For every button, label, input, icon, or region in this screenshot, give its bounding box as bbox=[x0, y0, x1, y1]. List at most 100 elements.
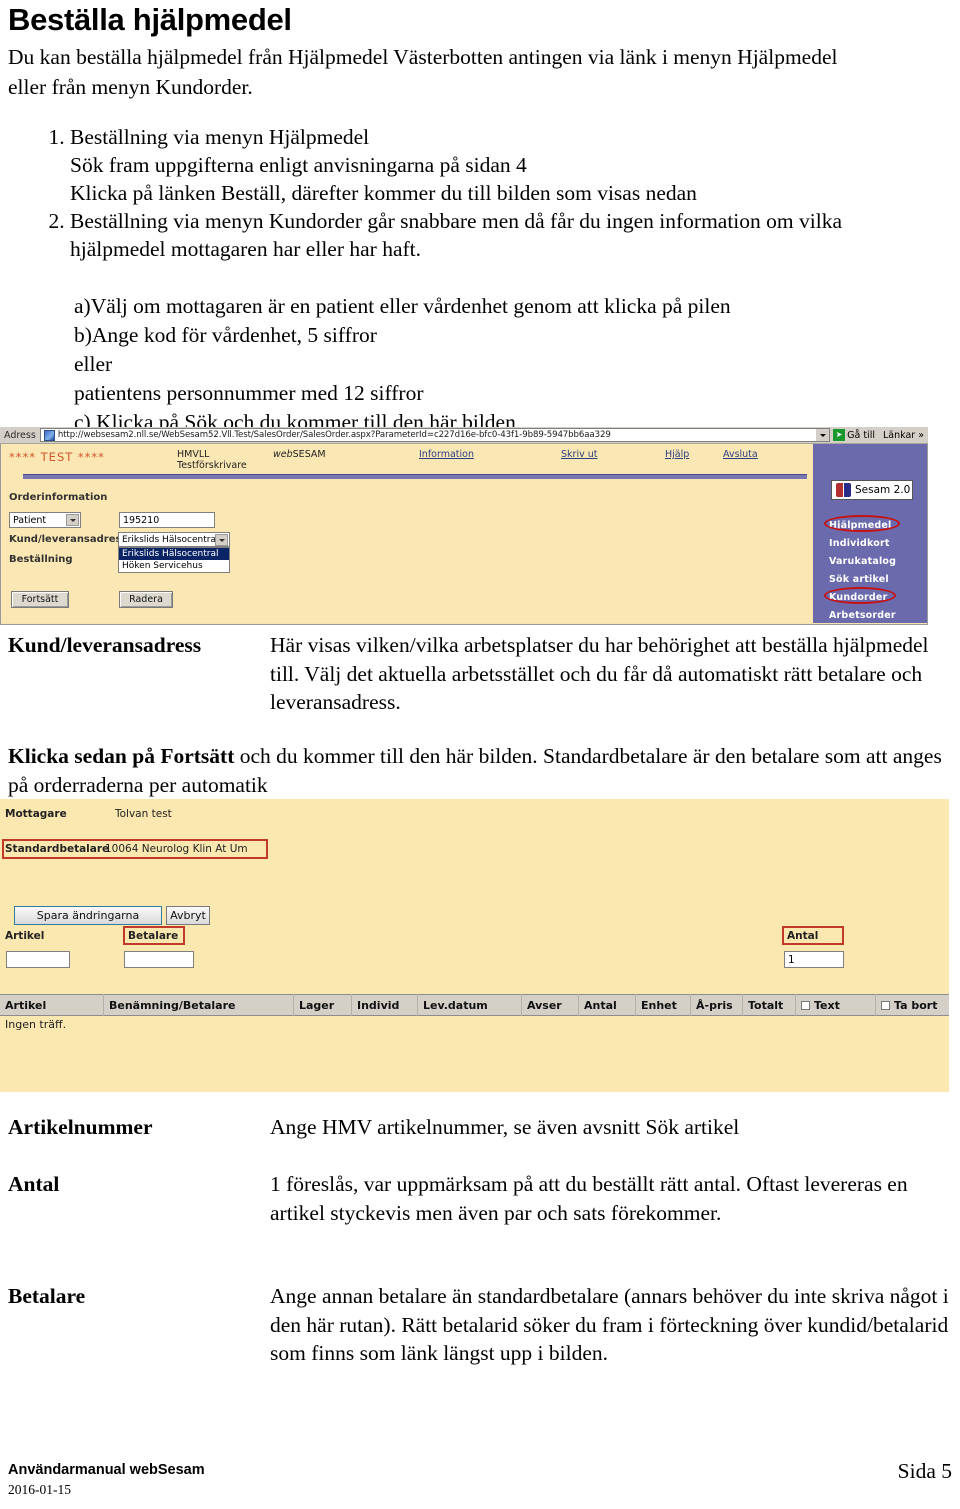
radera-button[interactable]: Radera bbox=[119, 591, 173, 608]
address-field[interactable]: http://websesam2.nll.se/WebSesam52.Vll.T… bbox=[39, 428, 817, 442]
screenshot-salesorder: Adress http://websesam2.nll.se/WebSesam5… bbox=[0, 427, 928, 625]
sidebar-item-varukatalog[interactable]: Varukatalog bbox=[829, 556, 896, 567]
abc-item-b: b)Ange kod för vårdenhet, 5 siffror bbox=[74, 323, 377, 347]
column-header-lev-datum[interactable]: Lev.datum bbox=[418, 994, 522, 1016]
text-column-checkbox[interactable] bbox=[801, 1000, 810, 1010]
explanation-body: Ange annan betalare än standardbetalare … bbox=[270, 1284, 949, 1365]
nav-hjalp[interactable]: Hjälp bbox=[665, 449, 689, 460]
column-header-lager[interactable]: Lager bbox=[294, 994, 352, 1016]
orderlines-table-header: Artikel Benämning/Betalare Lager Individ… bbox=[0, 994, 949, 1016]
column-header-benamning[interactable]: Benämning/Betalare bbox=[104, 994, 294, 1016]
recipient-id-value: 195210 bbox=[123, 514, 160, 526]
mottagare-label: Mottagare bbox=[5, 808, 67, 820]
orderlines-empty-message: Ingen träff. bbox=[5, 1018, 67, 1031]
sesam-sidebar: Sesam 2.0 Hjälpmedel Individkort Varukat… bbox=[813, 444, 927, 623]
address-url: http://websesam2.nll.se/WebSesam52.Vll.T… bbox=[57, 430, 611, 440]
orderinformation-heading: Orderinformation bbox=[9, 492, 108, 503]
abc-item-eller: eller bbox=[74, 352, 113, 376]
explanation-body: Här visas vilken/vilka arbetsplatser du … bbox=[270, 633, 929, 714]
column-header-ta-bort[interactable]: Ta bort bbox=[876, 994, 949, 1016]
sidebar-item-sok-artikel[interactable]: Sök artikel bbox=[829, 574, 889, 585]
footer-date: 2016-01-15 bbox=[8, 1482, 71, 1497]
step-2-main: Beställning via menyn Kundorder går snab… bbox=[70, 209, 842, 261]
column-header-a-pris[interactable]: Å-pris bbox=[691, 994, 743, 1016]
kund-leveransadress-select[interactable]: Erikslids Hälsocentral bbox=[118, 532, 230, 547]
nav-skriv-ut[interactable]: Skriv ut bbox=[561, 449, 597, 460]
step-item-1: Beställning via menyn Hjälpmedel Sök fra… bbox=[70, 123, 913, 207]
avbryt-button[interactable]: Avbryt bbox=[166, 906, 210, 925]
betalare-field-label: Betalare bbox=[128, 930, 179, 942]
column-header-text[interactable]: Text bbox=[796, 994, 876, 1016]
nav-avsluta[interactable]: Avsluta bbox=[723, 449, 758, 460]
test-environment-marker: **** TEST **** bbox=[9, 450, 105, 464]
abc-item-personnummer: patientens personnummer med 12 siffror bbox=[74, 381, 424, 405]
column-header-artikel[interactable]: Artikel bbox=[0, 994, 104, 1016]
steps-list: Beställning via menyn Hjälpmedel Sök fra… bbox=[8, 123, 913, 263]
sidebar-item-hjalpmedel[interactable]: Hjälpmedel bbox=[829, 520, 892, 531]
mottagare-value: Tolvan test bbox=[115, 808, 172, 820]
explanation-body: 1 föreslås, var uppmärksam på att du bes… bbox=[270, 1172, 908, 1225]
step-1-sub-2: Klicka på länken Beställ, därefter komme… bbox=[70, 181, 697, 205]
links-menu[interactable]: Länkar bbox=[880, 430, 918, 441]
fortsatt-button[interactable]: Fortsätt bbox=[11, 591, 69, 608]
column-header-enhet[interactable]: Enhet bbox=[636, 994, 691, 1016]
screenshot-orderlines: Mottagare Tolvan test Standardbetalare 1… bbox=[0, 799, 949, 1092]
sesam-application: **** TEST **** HMVLL Testförskrivare web… bbox=[0, 444, 928, 625]
address-history-dropdown[interactable] bbox=[816, 428, 831, 442]
explanation-label: Artikelnummer bbox=[8, 1115, 153, 1139]
brand-websesam: webSESAM bbox=[273, 449, 326, 460]
kund-option-1[interactable]: Höken Servicehus bbox=[119, 560, 229, 572]
chevron-down-icon bbox=[819, 433, 826, 437]
betalare-input[interactable] bbox=[124, 951, 194, 968]
sidebar-item-individkort[interactable]: Individkort bbox=[829, 538, 890, 549]
antal-field-label: Antal bbox=[787, 930, 819, 942]
footer-manual-name: Användarmanual webSesam bbox=[8, 1462, 205, 1478]
chevron-down-icon[interactable] bbox=[215, 534, 228, 546]
standardbetalare-value: 10064 Neurolog Klin At Um bbox=[105, 843, 248, 855]
user-role: Testförskrivare bbox=[177, 460, 247, 471]
sesam-topbar: **** TEST **** HMVLL Testförskrivare web… bbox=[1, 444, 813, 474]
antal-input[interactable]: 1 bbox=[784, 951, 844, 968]
sesam-main-area: **** TEST **** HMVLL Testförskrivare web… bbox=[1, 444, 813, 623]
column-header-individ[interactable]: Individ bbox=[352, 994, 418, 1016]
recipient-type-select[interactable]: Patient bbox=[9, 512, 81, 528]
intro-paragraph: Du kan beställa hjälpmedel från Hjälpmed… bbox=[8, 45, 838, 99]
sidebar-item-kundorder[interactable]: Kundorder bbox=[829, 592, 887, 603]
page-title: Beställa hjälpmedel bbox=[8, 2, 292, 37]
go-label: Gå till bbox=[847, 429, 875, 441]
recipient-type-value: Patient bbox=[13, 514, 47, 526]
kund-options-list[interactable]: Erikslids Hälsocentral Höken Servicehus bbox=[118, 547, 230, 573]
overflow-chevron-icon[interactable]: » bbox=[918, 430, 928, 441]
ta-bort-column-checkbox[interactable] bbox=[881, 1000, 890, 1010]
sesam-logo: Sesam 2.0 bbox=[831, 480, 913, 500]
brand-prefix: web bbox=[273, 449, 293, 460]
sidebar-item-arbetsorder[interactable]: Arbetsorder bbox=[829, 610, 896, 621]
go-arrow-icon: ➤ bbox=[833, 429, 846, 441]
kund-selected-value: Erikslids Hälsocentral bbox=[122, 534, 219, 545]
sesam-logo-text: Sesam 2.0 bbox=[855, 484, 911, 496]
go-button[interactable]: ➤ Gå till bbox=[830, 429, 880, 441]
standardbetalare-label: Standardbetalare bbox=[5, 843, 110, 855]
column-header-avser[interactable]: Avser bbox=[522, 994, 579, 1016]
artikel-field-label: Artikel bbox=[5, 930, 45, 942]
explanation-label: Antal bbox=[8, 1172, 60, 1196]
column-header-antal[interactable]: Antal bbox=[579, 994, 636, 1016]
page-favicon-icon bbox=[43, 429, 55, 441]
browser-address-bar: Adress http://websesam2.nll.se/WebSesam5… bbox=[0, 427, 928, 444]
step-1-main: Beställning via menyn Hjälpmedel bbox=[70, 125, 370, 149]
fortsatt-paragraph-bold: Klicka sedan på Fortsätt bbox=[8, 744, 235, 768]
antal-input-value: 1 bbox=[788, 953, 795, 966]
column-header-totalt[interactable]: Totalt bbox=[743, 994, 796, 1016]
step-item-2: Beställning via menyn Kundorder går snab… bbox=[70, 207, 913, 263]
nav-information[interactable]: Information bbox=[419, 449, 474, 460]
spara-andringarna-button[interactable]: Spara ändringarna bbox=[14, 906, 162, 925]
kund-option-0[interactable]: Erikslids Hälsocentral bbox=[119, 548, 229, 560]
chevron-down-icon[interactable] bbox=[66, 514, 79, 526]
artikel-input[interactable] bbox=[6, 951, 70, 968]
explanation-body: Ange HMV artikelnummer, se även avsnitt … bbox=[270, 1115, 740, 1139]
explanation-label: Betalare bbox=[8, 1284, 86, 1308]
address-label: Adress bbox=[4, 429, 36, 441]
sesam-logo-icon bbox=[836, 483, 852, 497]
abc-instructions: a)Välj om mottagaren är en patient eller… bbox=[74, 292, 954, 437]
recipient-id-input[interactable]: 195210 bbox=[119, 512, 215, 528]
